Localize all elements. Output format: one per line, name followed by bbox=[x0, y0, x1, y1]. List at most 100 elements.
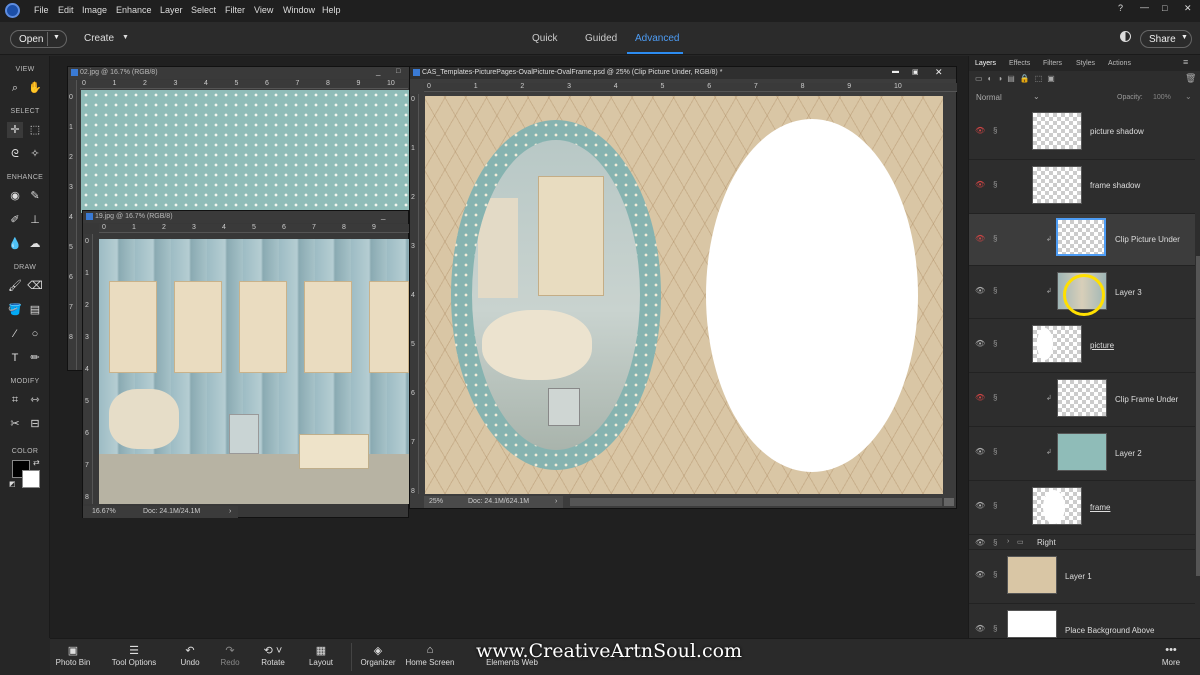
close-icon[interactable]: ✕ bbox=[1184, 3, 1192, 14]
link-icon[interactable]: § bbox=[993, 538, 997, 547]
menu-view[interactable]: View bbox=[254, 5, 273, 15]
background-color-swatch[interactable] bbox=[22, 470, 40, 488]
opacity-value[interactable]: 100% bbox=[1153, 94, 1171, 101]
layer-row[interactable]: 👁 § picture shadow bbox=[969, 106, 1195, 160]
tab-filters[interactable]: Filters bbox=[1043, 60, 1062, 67]
eyedropper-icon[interactable]: ⁄ bbox=[7, 326, 23, 342]
help-icon[interactable]: ? bbox=[1118, 3, 1123, 13]
visibility-eye-icon[interactable]: 👁 bbox=[975, 339, 985, 348]
more-button[interactable]: ••• More bbox=[1154, 639, 1188, 667]
undo-button[interactable]: ↶ Undo bbox=[174, 639, 206, 667]
blend-chevron-icon[interactable]: ⌄ bbox=[1033, 92, 1040, 101]
link-icon[interactable]: § bbox=[993, 393, 997, 402]
tab-styles[interactable]: Styles bbox=[1076, 60, 1095, 67]
type-tool-icon[interactable]: T bbox=[7, 350, 23, 366]
red-eye-tool-icon[interactable]: ◉ bbox=[7, 188, 23, 204]
hand-tool-icon[interactable]: ✋ bbox=[27, 80, 43, 96]
share-button[interactable]: Share ▼ bbox=[1140, 30, 1192, 48]
menu-file[interactable]: File bbox=[34, 5, 49, 15]
tool-options-button[interactable]: ☰ Tool Options bbox=[108, 639, 160, 667]
chevron-down-icon[interactable]: ▼ bbox=[53, 34, 60, 41]
layer-row[interactable]: 👁 § picture bbox=[969, 319, 1195, 373]
link-icon[interactable]: § bbox=[993, 180, 997, 189]
link-icon[interactable]: § bbox=[993, 501, 997, 510]
visibility-eye-icon[interactable]: 👁 bbox=[975, 180, 985, 189]
home-screen-button[interactable]: ⌂ Home Screen bbox=[404, 639, 456, 667]
expand-chevron-icon[interactable]: › bbox=[1007, 538, 1009, 545]
create-button[interactable]: Create bbox=[84, 33, 114, 44]
visibility-eye-icon[interactable]: 👁 bbox=[975, 447, 985, 456]
trash-icon[interactable]: 🗑 bbox=[1185, 73, 1196, 84]
layer-row[interactable]: 👁 § Layer 1 bbox=[969, 550, 1195, 604]
create-chevron-icon[interactable]: ▼ bbox=[122, 34, 129, 41]
link-icon[interactable]: § bbox=[993, 126, 997, 135]
menu-edit[interactable]: Edit bbox=[58, 5, 74, 15]
sponge-tool-icon[interactable]: ☁ bbox=[27, 236, 43, 252]
tab-quick[interactable]: Quick bbox=[532, 33, 558, 44]
marquee-tool-icon[interactable]: ⬚ bbox=[27, 122, 43, 138]
theme-toggle-icon[interactable] bbox=[1120, 31, 1131, 42]
link-icon[interactable]: § bbox=[993, 570, 997, 579]
menu-image[interactable]: Image bbox=[82, 5, 107, 15]
minimize-icon[interactable]: — bbox=[1140, 2, 1149, 12]
gradient-tool-icon[interactable]: ▤ bbox=[27, 302, 43, 318]
blur-tool-icon[interactable]: 💧 bbox=[7, 236, 23, 252]
maximize-icon[interactable]: □ bbox=[1162, 3, 1167, 13]
panel-menu-icon[interactable]: ≡ bbox=[1183, 57, 1188, 67]
menu-window[interactable]: Window bbox=[283, 5, 315, 15]
link-icon[interactable]: § bbox=[993, 339, 997, 348]
visibility-eye-icon[interactable]: 👁 bbox=[975, 234, 985, 243]
layer-row[interactable]: 👁 § ↲ Layer 2 bbox=[969, 427, 1195, 481]
visibility-eye-icon[interactable]: 👁 bbox=[975, 126, 985, 135]
paint-bucket-icon[interactable]: 🪣 bbox=[7, 302, 23, 318]
status-arrow-icon[interactable]: › bbox=[229, 506, 231, 518]
rotate-button[interactable]: ⟲ ˅ Rotate bbox=[256, 639, 290, 667]
open-button[interactable]: Open ▼ bbox=[10, 30, 67, 48]
window-maximize-icon[interactable]: ▣ bbox=[912, 68, 919, 76]
redo-button[interactable]: ↷ Redo bbox=[214, 639, 246, 667]
visibility-eye-icon[interactable]: 👁 bbox=[975, 393, 985, 402]
layer-row[interactable]: 👁 § ↲ Layer 3 bbox=[969, 266, 1195, 319]
link-icon[interactable]: § bbox=[993, 286, 997, 295]
lasso-tool-icon[interactable]: ᘓ bbox=[7, 146, 23, 162]
move-tool-icon[interactable]: ✛ bbox=[7, 122, 23, 138]
link-icon[interactable]: § bbox=[993, 234, 997, 243]
layer-row[interactable]: 👁 § frame bbox=[969, 481, 1195, 535]
organizer-button[interactable]: ◈ Organizer bbox=[358, 639, 398, 667]
content-aware-move-icon[interactable]: ✂ bbox=[7, 416, 23, 432]
menu-filter[interactable]: Filter bbox=[225, 5, 245, 15]
window-minimize-icon[interactable]: ▬ bbox=[892, 68, 899, 75]
window-maximize-icon[interactable]: □ bbox=[396, 68, 400, 75]
visibility-eye-icon[interactable]: 👁 bbox=[975, 286, 985, 295]
tab-advanced[interactable]: Advanced bbox=[635, 33, 679, 44]
tab-effects[interactable]: Effects bbox=[1009, 60, 1030, 67]
eraser-tool-icon[interactable]: ⌫ bbox=[27, 278, 43, 294]
window-minimize-icon[interactable]: _ bbox=[376, 67, 380, 76]
window-minimize-icon[interactable]: _ bbox=[381, 211, 385, 220]
recompose-tool-icon[interactable]: ⇿ bbox=[27, 392, 43, 408]
zoom-tool-icon[interactable]: ⌕ bbox=[7, 80, 23, 96]
tab-guided[interactable]: Guided bbox=[585, 33, 617, 44]
crop-tool-icon[interactable]: ⌗ bbox=[7, 392, 23, 408]
tab-layers[interactable]: Layers bbox=[975, 60, 996, 67]
layer-row[interactable]: 👁 § frame shadow bbox=[969, 160, 1195, 214]
app-logo-icon[interactable] bbox=[5, 3, 20, 18]
menu-enhance[interactable]: Enhance bbox=[116, 5, 152, 15]
window-close-icon[interactable]: ✕ bbox=[935, 67, 943, 78]
layer-row-selected[interactable]: 👁 § ↲ Clip Picture Under bbox=[969, 214, 1195, 266]
visibility-eye-icon[interactable]: 👁 bbox=[975, 538, 985, 547]
spot-healing-icon[interactable]: ✎ bbox=[27, 188, 43, 204]
status-arrow-icon[interactable]: › bbox=[555, 496, 557, 508]
horizontal-scrollbar[interactable] bbox=[570, 498, 942, 506]
document-window-19[interactable]: 19.jpg @ 16.7% (RGB/8) _ 0 1 2 3 4 5 6 7 8 9 0 1 2 3… bbox=[82, 210, 409, 518]
visibility-eye-icon[interactable]: 👁 bbox=[975, 570, 985, 579]
link-icon[interactable]: § bbox=[993, 447, 997, 456]
layer-group-row[interactable]: 👁 § › ▭ Right bbox=[969, 535, 1195, 550]
shape-tool-icon[interactable]: ○ bbox=[27, 326, 43, 342]
menu-select[interactable]: Select bbox=[191, 5, 216, 15]
brush-tool-icon[interactable]: 🖌 bbox=[7, 278, 23, 294]
layout-button[interactable]: ▦ Layout bbox=[304, 639, 338, 667]
document-window-main[interactable]: CAS_Templates-PicturePages-OvalPicture-O… bbox=[409, 66, 957, 509]
magic-wand-icon[interactable]: ✧ bbox=[27, 146, 43, 162]
link-icon[interactable]: § bbox=[993, 624, 997, 633]
